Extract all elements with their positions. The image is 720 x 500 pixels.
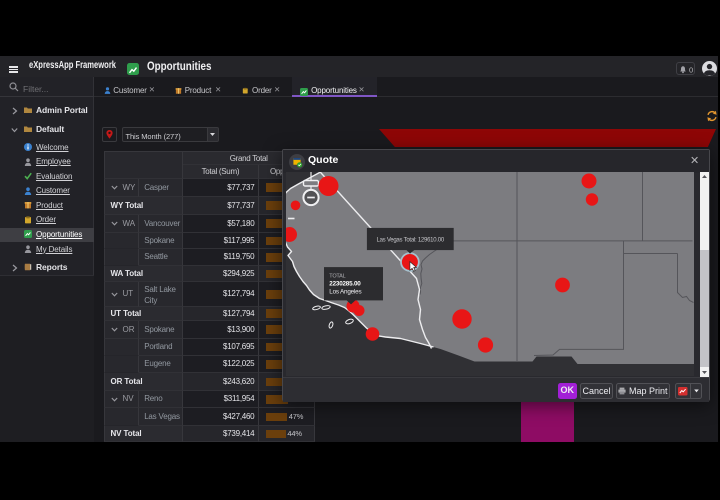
svg-text:0: 0 xyxy=(689,65,693,74)
svg-text:Las Vegas Total: 129610.00: Las Vegas Total: 129610.00 xyxy=(376,238,444,244)
svg-text:TOTAL: TOTAL xyxy=(329,274,345,280)
svg-text:Los Angeles: Los Angeles xyxy=(329,289,361,296)
svg-text:2230285.00: 2230285.00 xyxy=(329,281,361,288)
